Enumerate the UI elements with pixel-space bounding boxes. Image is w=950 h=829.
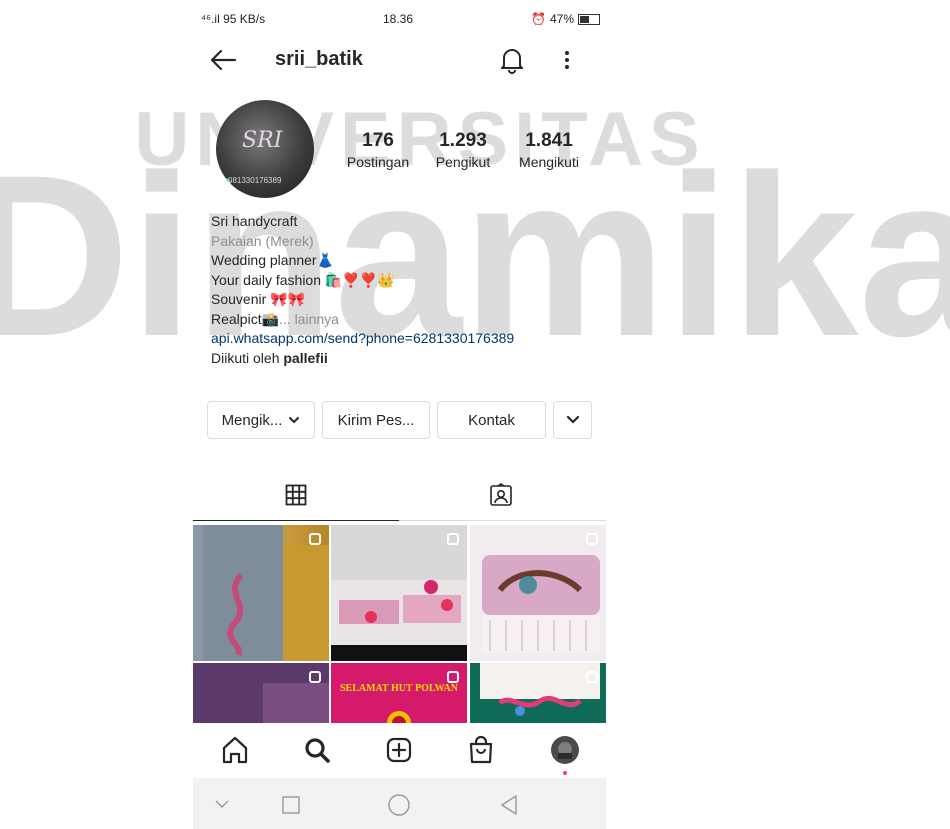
bio-name: Sri handycraft [211, 213, 298, 229]
clock: 18.36 [383, 12, 414, 26]
bio-line4-row: Realpict📸... lainnya [211, 310, 601, 330]
bottom-navigation [193, 723, 606, 778]
stat-followers-value: 1.293 [439, 130, 487, 151]
system-navigation-bar [193, 778, 606, 829]
post-image [203, 525, 329, 661]
shop-bag-icon[interactable] [466, 735, 496, 765]
recent-apps-icon[interactable] [282, 796, 300, 814]
followed-by-prefix: Diikuti oleh [211, 349, 284, 366]
stat-following-label: Mengikuti [519, 154, 579, 170]
battery-percent: 47% [549, 12, 574, 26]
message-button[interactable]: Kirim Pes... [322, 401, 430, 439]
profile-header: srii_batik [193, 36, 606, 84]
chevron-down-icon [566, 415, 579, 424]
grid-post[interactable]: SELAMAT HUT POLWAN [331, 663, 467, 723]
followed-by-user: pallefii [283, 349, 328, 366]
grid-post[interactable] [193, 663, 329, 723]
multiple-photos-icon [447, 533, 459, 545]
stat-followers-label: Pengikut [435, 154, 491, 170]
tab-divider [399, 520, 606, 521]
avatar-logo-text: SRI [242, 128, 283, 153]
stat-following[interactable]: 1.841 Mengikuti [513, 130, 585, 170]
search-icon[interactable] [302, 735, 332, 765]
tagged-photos-icon[interactable] [489, 483, 513, 507]
multiple-photos-icon [309, 671, 321, 683]
status-right: ⏰ 47% [531, 12, 600, 26]
contact-button-label: Kontak [468, 411, 515, 429]
bio-website-link[interactable]: api.whatsapp.com/send?phone=628133017638… [211, 329, 601, 349]
stat-posts-value: 176 [362, 130, 394, 151]
following-button[interactable]: Mengik... [207, 401, 315, 439]
profile-bio: Sri handycraft Pakaian (Merek) Wedding p… [211, 212, 601, 368]
grid-post[interactable] [193, 525, 329, 661]
network-speed: ⁴⁶.il 95 KB/s [201, 12, 266, 26]
stat-posts[interactable]: 176 Postingan [343, 130, 413, 170]
back-arrow-icon[interactable] [209, 48, 237, 72]
back-triangle-icon[interactable] [500, 795, 518, 815]
active-tab-indicator [193, 520, 399, 521]
phone-screen: ⁴⁶.il 95 KB/s 18.36 ⏰ 47% srii_batik SRI… [193, 0, 606, 829]
bio-more-link[interactable]: ... lainnya [279, 311, 339, 327]
new-post-icon[interactable] [384, 735, 414, 765]
followed-by-row[interactable]: Diikuti oleh pallefii [211, 349, 601, 369]
home-icon[interactable] [220, 735, 250, 765]
profile-username: srii_batik [275, 48, 363, 70]
collapse-chevron-icon[interactable] [214, 799, 230, 809]
multiple-photos-icon [586, 671, 598, 683]
stat-following-value: 1.841 [525, 130, 573, 151]
grid-post[interactable] [331, 525, 467, 661]
bio-category: Pakaian (Merek) [211, 232, 314, 249]
avatar-phone-number: 081330176389 [228, 176, 282, 185]
profile-avatar-icon[interactable] [550, 735, 580, 765]
notification-bell-icon[interactable] [499, 46, 525, 74]
suggestions-toggle-button[interactable] [553, 401, 592, 439]
message-button-label: Kirim Pes... [337, 411, 415, 429]
bio-line1: Wedding planner👗 [211, 252, 335, 268]
home-circle-icon[interactable] [388, 794, 410, 816]
profile-notification-dot [563, 771, 567, 775]
battery-icon [578, 13, 600, 25]
profile-tabs [193, 474, 606, 522]
multiple-photos-icon [447, 671, 459, 683]
chevron-down-icon [289, 417, 300, 424]
profile-avatar[interactable]: SRI 081330176389 [216, 100, 314, 198]
bio-line4: Realpict📸 [211, 310, 280, 327]
multiple-photos-icon [309, 533, 321, 545]
bio-line3: Souvenir 🎀🎀 [211, 291, 306, 307]
grid-icon[interactable] [285, 484, 307, 506]
multiple-photos-icon [586, 533, 598, 545]
bio-line2: Your daily fashion 🛍️❣️❣️👑 [211, 271, 395, 288]
stat-followers[interactable]: 1.293 Pengikut [429, 130, 497, 170]
status-bar: ⁴⁶.il 95 KB/s 18.36 ⏰ 47% [193, 0, 606, 36]
post-image [331, 525, 467, 661]
alarm-icon: ⏰ [531, 12, 546, 26]
grid-post[interactable] [470, 663, 606, 723]
posts-grid: SELAMAT HUT POLWAN [193, 525, 606, 723]
more-options-icon[interactable] [561, 48, 573, 72]
grid-post[interactable] [470, 525, 606, 661]
post-image [482, 555, 600, 653]
following-button-label: Mengik... [221, 411, 283, 429]
contact-button[interactable]: Kontak [437, 401, 546, 439]
stat-posts-label: Postingan [346, 154, 410, 170]
